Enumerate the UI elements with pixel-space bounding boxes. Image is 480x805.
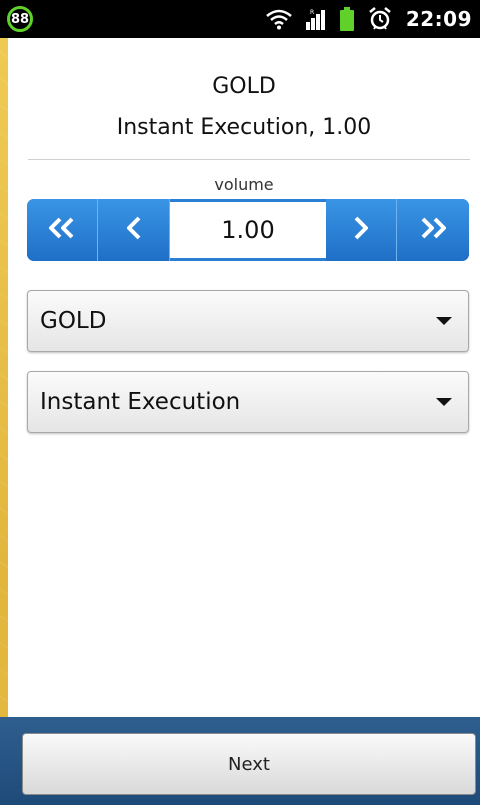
alarm-icon [368, 7, 392, 31]
status-bar: 88 R 22:09 [0, 0, 480, 38]
page-subtitle: Instant Execution, 1.00 [116, 115, 372, 140]
svg-text:R: R [310, 9, 314, 16]
clock: 22:09 [405, 7, 472, 31]
symbol-select-value: GOLD [40, 308, 107, 334]
page-title: GOLD [212, 74, 276, 99]
volume-label: volume [214, 175, 274, 194]
symbol-select[interactable]: GOLD [27, 290, 469, 352]
volume-stepper: 1.00 [27, 199, 469, 261]
divider [28, 159, 470, 160]
wifi-icon [266, 8, 292, 30]
signal-icon: R [305, 8, 326, 30]
execution-type-select[interactable]: Instant Execution [27, 371, 469, 433]
battery-level-text: 88 [10, 11, 30, 27]
volume-decrease-button[interactable] [98, 199, 170, 261]
volume-increase-large-button[interactable] [397, 199, 469, 261]
dropdown-caret-icon [436, 398, 452, 406]
bottom-bar: Next [0, 717, 480, 805]
double-chevron-left-icon [47, 217, 77, 243]
volume-input[interactable]: 1.00 [170, 202, 326, 258]
double-chevron-right-icon [418, 217, 448, 243]
next-button[interactable]: Next [22, 733, 476, 795]
dropdown-caret-icon [436, 317, 452, 325]
volume-decrease-large-button[interactable] [27, 199, 98, 261]
order-panel: GOLD Instant Execution, 1.00 volume 1.00 [8, 38, 480, 717]
battery-level-indicator: 88 [7, 6, 33, 32]
status-icons: R 22:09 [266, 0, 472, 38]
battery-icon [339, 7, 354, 31]
execution-type-select-value: Instant Execution [40, 389, 241, 415]
volume-increase-button[interactable] [326, 199, 397, 261]
chevron-right-icon [352, 216, 370, 244]
chevron-left-icon [125, 216, 143, 244]
